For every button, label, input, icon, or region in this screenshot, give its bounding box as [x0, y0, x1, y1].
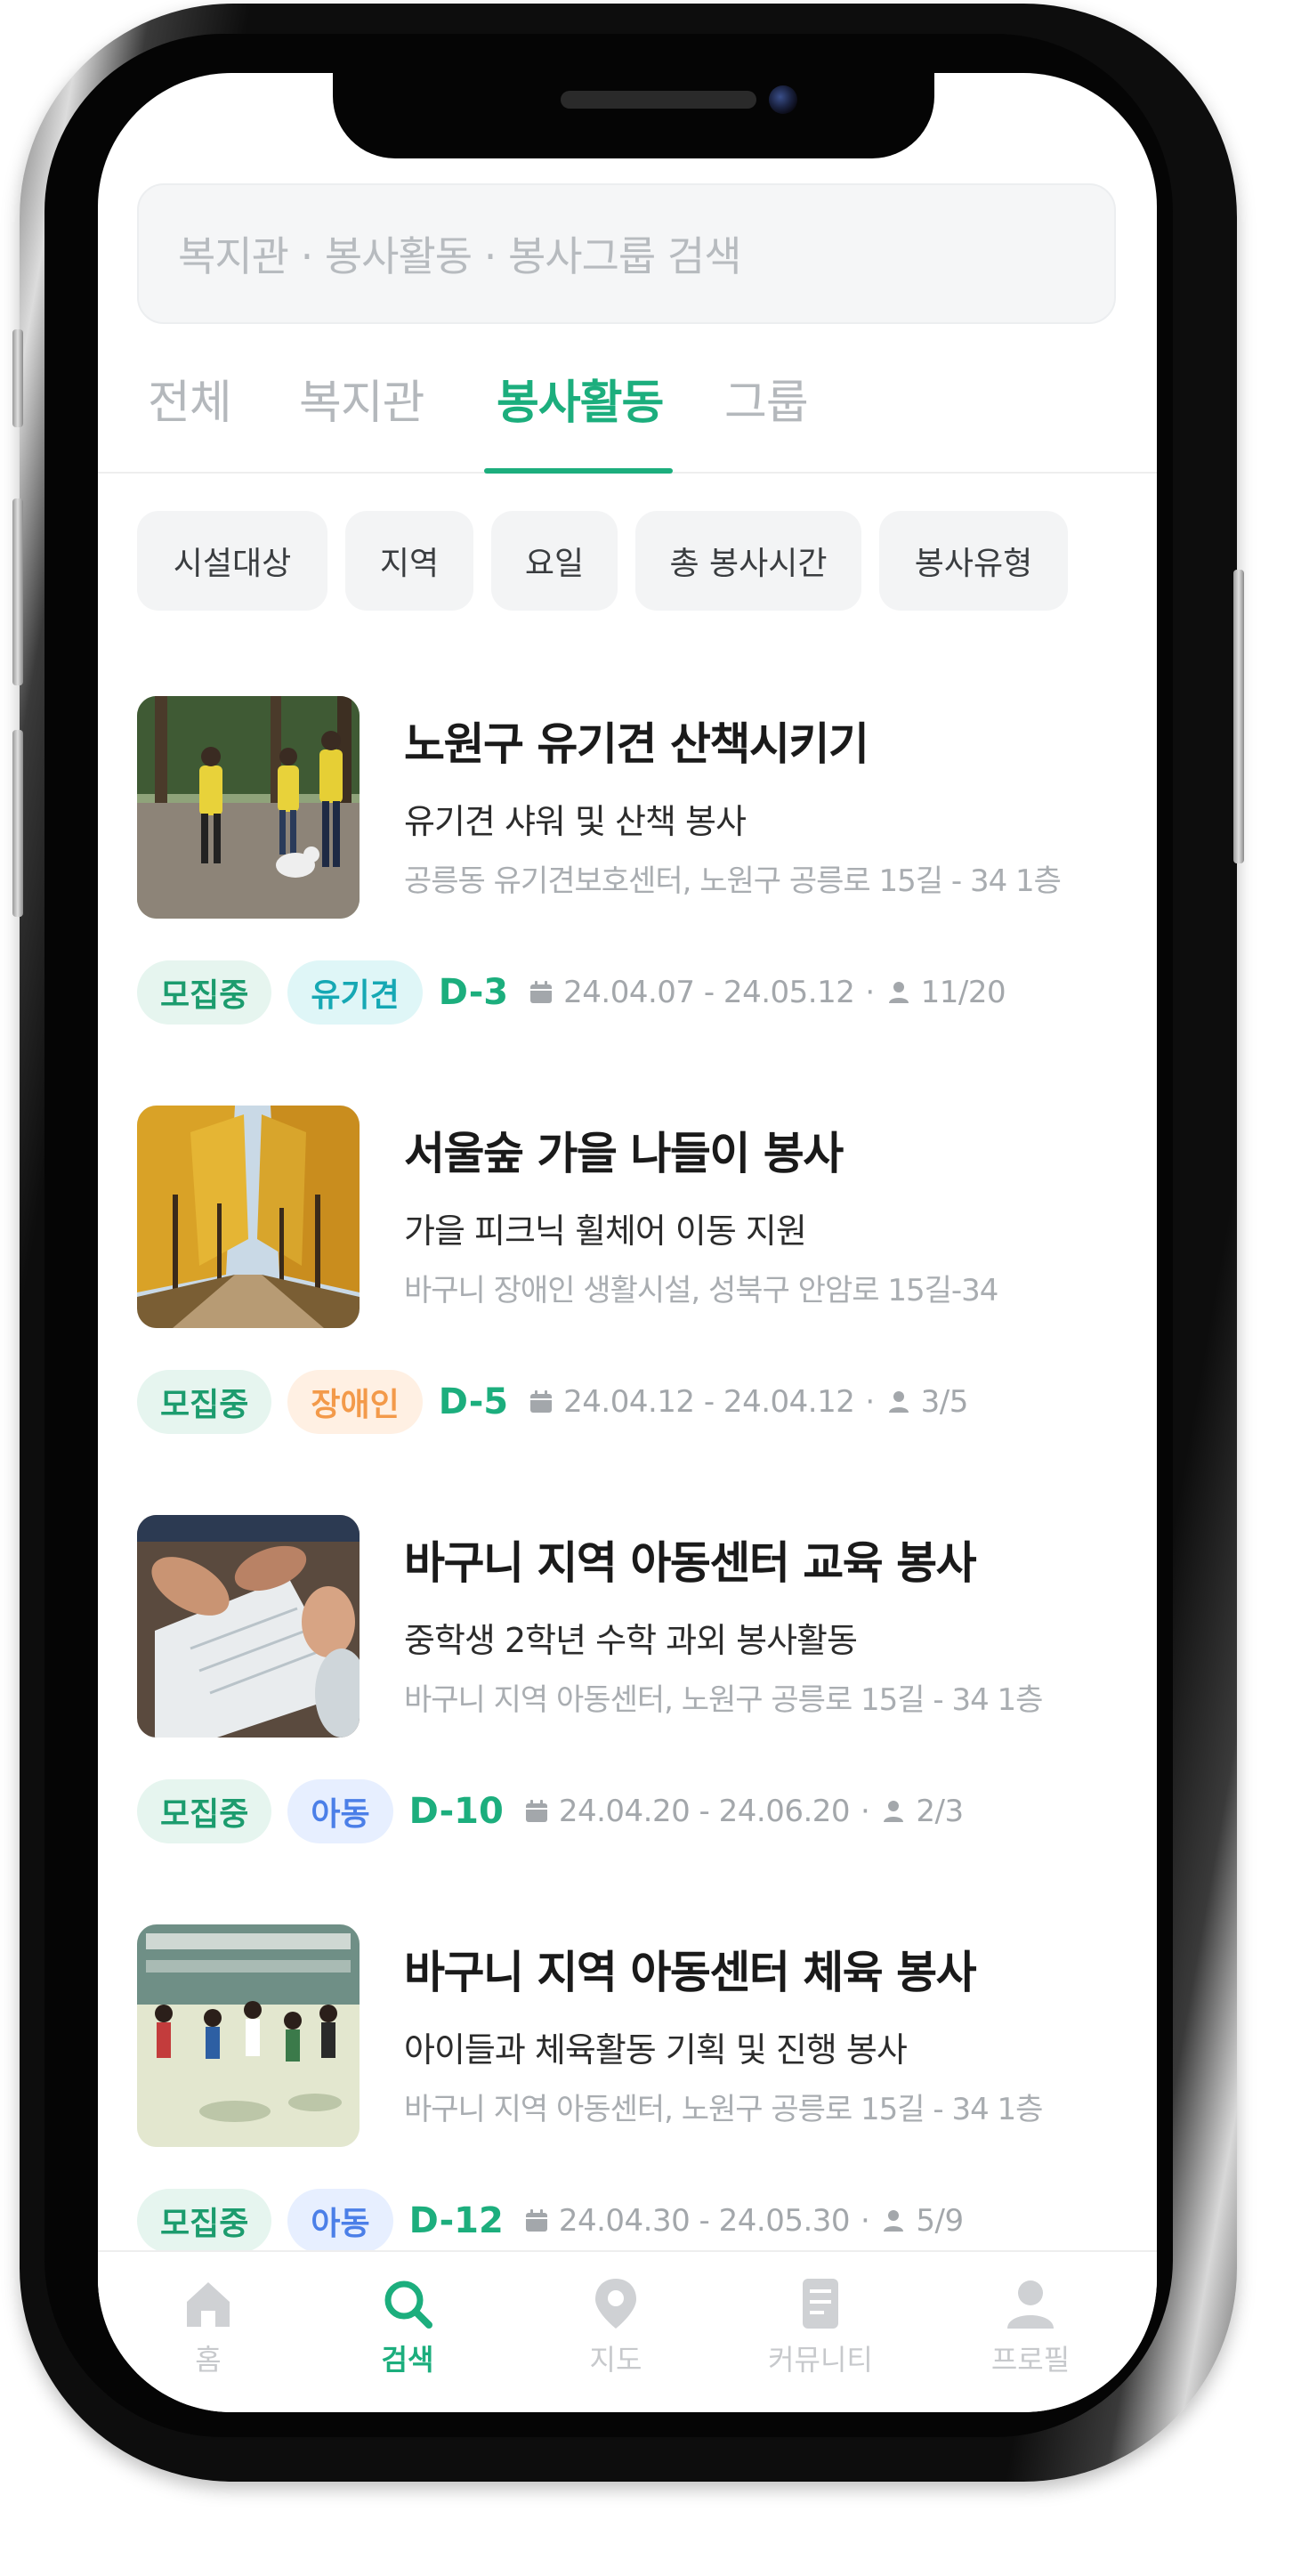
participant-count: 2/3 — [916, 1794, 964, 1829]
activity-address: 바구니 지역 아동센터, 노원구 공릉로 15길 - 34 1층 — [404, 2092, 1043, 2127]
nav-label: 검색 — [381, 2343, 434, 2377]
activity-card[interactable]: 노원구 유기견 산책시키기 유기견 샤워 및 산책 봉사 공릉동 유기견보호센터… — [98, 696, 1157, 1052]
activity-period: 24.04.20 - 24.06.20 — [558, 1794, 851, 1829]
autumn-forest-photo — [137, 1106, 360, 1328]
activity-subtitle: 가을 피크닉 휠체어 이동 지원 — [404, 1211, 807, 1251]
dog-walking-photo — [137, 696, 360, 919]
calendar-icon — [530, 981, 553, 1003]
tab-volunteer-activity[interactable]: 봉사활동 — [497, 358, 664, 474]
calendar-icon — [525, 2209, 547, 2232]
activity-card[interactable]: 바구니 지역 아동센터 체육 봉사 아이들과 체육활동 기획 및 진행 봉사 바… — [98, 1924, 1157, 2280]
status-badge: 모집중 — [137, 960, 272, 1025]
front-camera — [769, 85, 797, 114]
status-badge: 모집중 — [137, 1779, 272, 1843]
person-icon — [884, 1801, 904, 1822]
activity-tags: 모집중 아동 D-10 24.04.20 - 24.06.20 · 2/3 — [137, 1778, 964, 1844]
filter-facility-target[interactable]: 시설대상 — [137, 511, 327, 611]
filter-day[interactable]: 요일 — [491, 511, 618, 611]
active-tab-indicator — [484, 468, 673, 474]
category-badge: 유기견 — [287, 960, 423, 1025]
dday-label: D-10 — [408, 1791, 504, 1832]
activity-period: 24.04.07 - 24.05.12 — [563, 975, 855, 1010]
nav-label: 홈 — [195, 2343, 222, 2377]
status-badge: 모집중 — [137, 1370, 272, 1434]
activity-title: 서울숲 가을 나들이 봉사 — [404, 1128, 844, 1179]
nav-community[interactable]: 커뮤니티 — [749, 2275, 892, 2400]
volume-up-button — [12, 498, 23, 685]
meta-separator: · — [861, 1794, 870, 1829]
nav-label: 커뮤니티 — [768, 2343, 873, 2377]
person-icon — [888, 1391, 909, 1413]
tab-welfare-center[interactable]: 복지관 — [299, 358, 425, 474]
search-input[interactable]: 복지관 · 봉사활동 · 봉사그룹 검색 — [137, 183, 1116, 324]
activity-meta: 24.04.07 - 24.05.12 · 11/20 — [528, 975, 1006, 1010]
person-icon — [1007, 2280, 1054, 2329]
app-screen: 복지관 · 봉사활동 · 봉사그룹 검색 전체 복지관 봉사활동 그룹 시설대상… — [98, 73, 1157, 2412]
person-icon — [884, 2210, 904, 2232]
activity-subtitle: 중학생 2학년 수학 과외 봉사활동 — [404, 1621, 858, 1660]
power-button — [1233, 570, 1244, 863]
activity-title: 바구니 지역 아동센터 체육 봉사 — [404, 1947, 977, 1998]
activity-title: 노원구 유기견 산책시키기 — [404, 718, 869, 770]
activity-card[interactable]: 바구니 지역 아동센터 교육 봉사 중학생 2학년 수학 과외 봉사활동 바구니… — [98, 1515, 1157, 1871]
tab-group[interactable]: 그룹 — [724, 358, 809, 474]
activity-subtitle: 아이들과 체육활동 기획 및 진행 봉사 — [404, 2030, 908, 2070]
activity-address: 바구니 장애인 생활시설, 성북구 안암로 15길-34 — [404, 1273, 998, 1308]
dday-label: D-12 — [408, 2200, 504, 2241]
category-tabs: 전체 복지관 봉사활동 그룹 — [98, 358, 1157, 474]
filter-total-hours[interactable]: 총 봉사시간 — [635, 511, 861, 611]
activity-tags: 모집중 아동 D-12 24.04.30 - 24.05.30 · 5/9 — [137, 2188, 964, 2254]
document-icon — [803, 2279, 838, 2329]
activity-period: 24.04.12 - 24.04.12 — [563, 1384, 855, 1420]
activity-title: 바구니 지역 아동센터 교육 봉사 — [404, 1537, 977, 1589]
volume-down-button — [12, 730, 23, 917]
activity-card[interactable]: 서울숲 가을 나들이 봉사 가을 피크닉 휠체어 이동 지원 바구니 장애인 생… — [98, 1106, 1157, 1462]
activity-tags: 모집중 장애인 D-5 24.04.12 - 24.04.12 · 3/5 — [137, 1369, 968, 1435]
activity-period: 24.04.30 - 24.05.30 — [558, 2203, 851, 2239]
speaker-grille — [561, 91, 756, 109]
mute-switch — [12, 329, 23, 427]
category-badge: 장애인 — [287, 1370, 423, 1434]
dday-label: D-5 — [438, 1381, 509, 1422]
category-badge: 아동 — [287, 1779, 393, 1843]
activity-meta: 24.04.20 - 24.06.20 · 2/3 — [523, 1794, 964, 1829]
map-pin-icon — [595, 2279, 636, 2329]
activity-meta: 24.04.12 - 24.04.12 · 3/5 — [528, 1384, 968, 1420]
home-icon — [187, 2282, 230, 2327]
nav-map[interactable]: 지도 — [545, 2275, 687, 2400]
meta-separator: · — [865, 1384, 875, 1420]
category-badge: 아동 — [287, 2189, 393, 2253]
study-photo — [137, 1515, 360, 1738]
calendar-icon — [530, 1390, 553, 1413]
person-icon — [888, 982, 909, 1003]
search-placeholder: 복지관 · 봉사활동 · 봉사그룹 검색 — [178, 232, 742, 280]
status-badge: 모집중 — [137, 2189, 272, 2253]
search-icon — [384, 2280, 432, 2329]
bottom-nav: 홈 검색 지도 커뮤니티 프로필 — [98, 2250, 1157, 2412]
notch — [333, 73, 934, 158]
calendar-icon — [525, 1800, 547, 1822]
filter-volunteer-type[interactable]: 봉사유형 — [879, 511, 1068, 611]
filter-region[interactable]: 지역 — [345, 511, 473, 611]
meta-separator: · — [861, 2203, 870, 2239]
sports-photo — [137, 1924, 360, 2147]
dday-label: D-3 — [438, 972, 509, 1013]
participant-count: 11/20 — [920, 975, 1006, 1010]
nav-label: 지도 — [589, 2343, 642, 2377]
activity-tags: 모집중 유기견 D-3 24.04.07 - 24.05.12 · 11/20 — [137, 960, 1006, 1025]
participant-count: 3/5 — [920, 1384, 969, 1420]
activity-subtitle: 유기견 샤워 및 산책 봉사 — [404, 802, 747, 841]
nav-home[interactable]: 홈 — [137, 2275, 279, 2400]
nav-profile[interactable]: 프로필 — [959, 2275, 1102, 2400]
activity-address: 공릉동 유기견보호센터, 노원구 공릉로 15길 - 34 1층 — [404, 863, 1062, 899]
meta-separator: · — [865, 975, 875, 1010]
nav-search[interactable]: 검색 — [336, 2275, 479, 2400]
nav-label: 프로필 — [990, 2343, 1071, 2377]
activity-address: 바구니 지역 아동센터, 노원구 공릉로 15길 - 34 1층 — [404, 1682, 1043, 1718]
participant-count: 5/9 — [916, 2203, 964, 2239]
tab-all[interactable]: 전체 — [148, 358, 232, 474]
activity-meta: 24.04.30 - 24.05.30 · 5/9 — [523, 2203, 964, 2239]
